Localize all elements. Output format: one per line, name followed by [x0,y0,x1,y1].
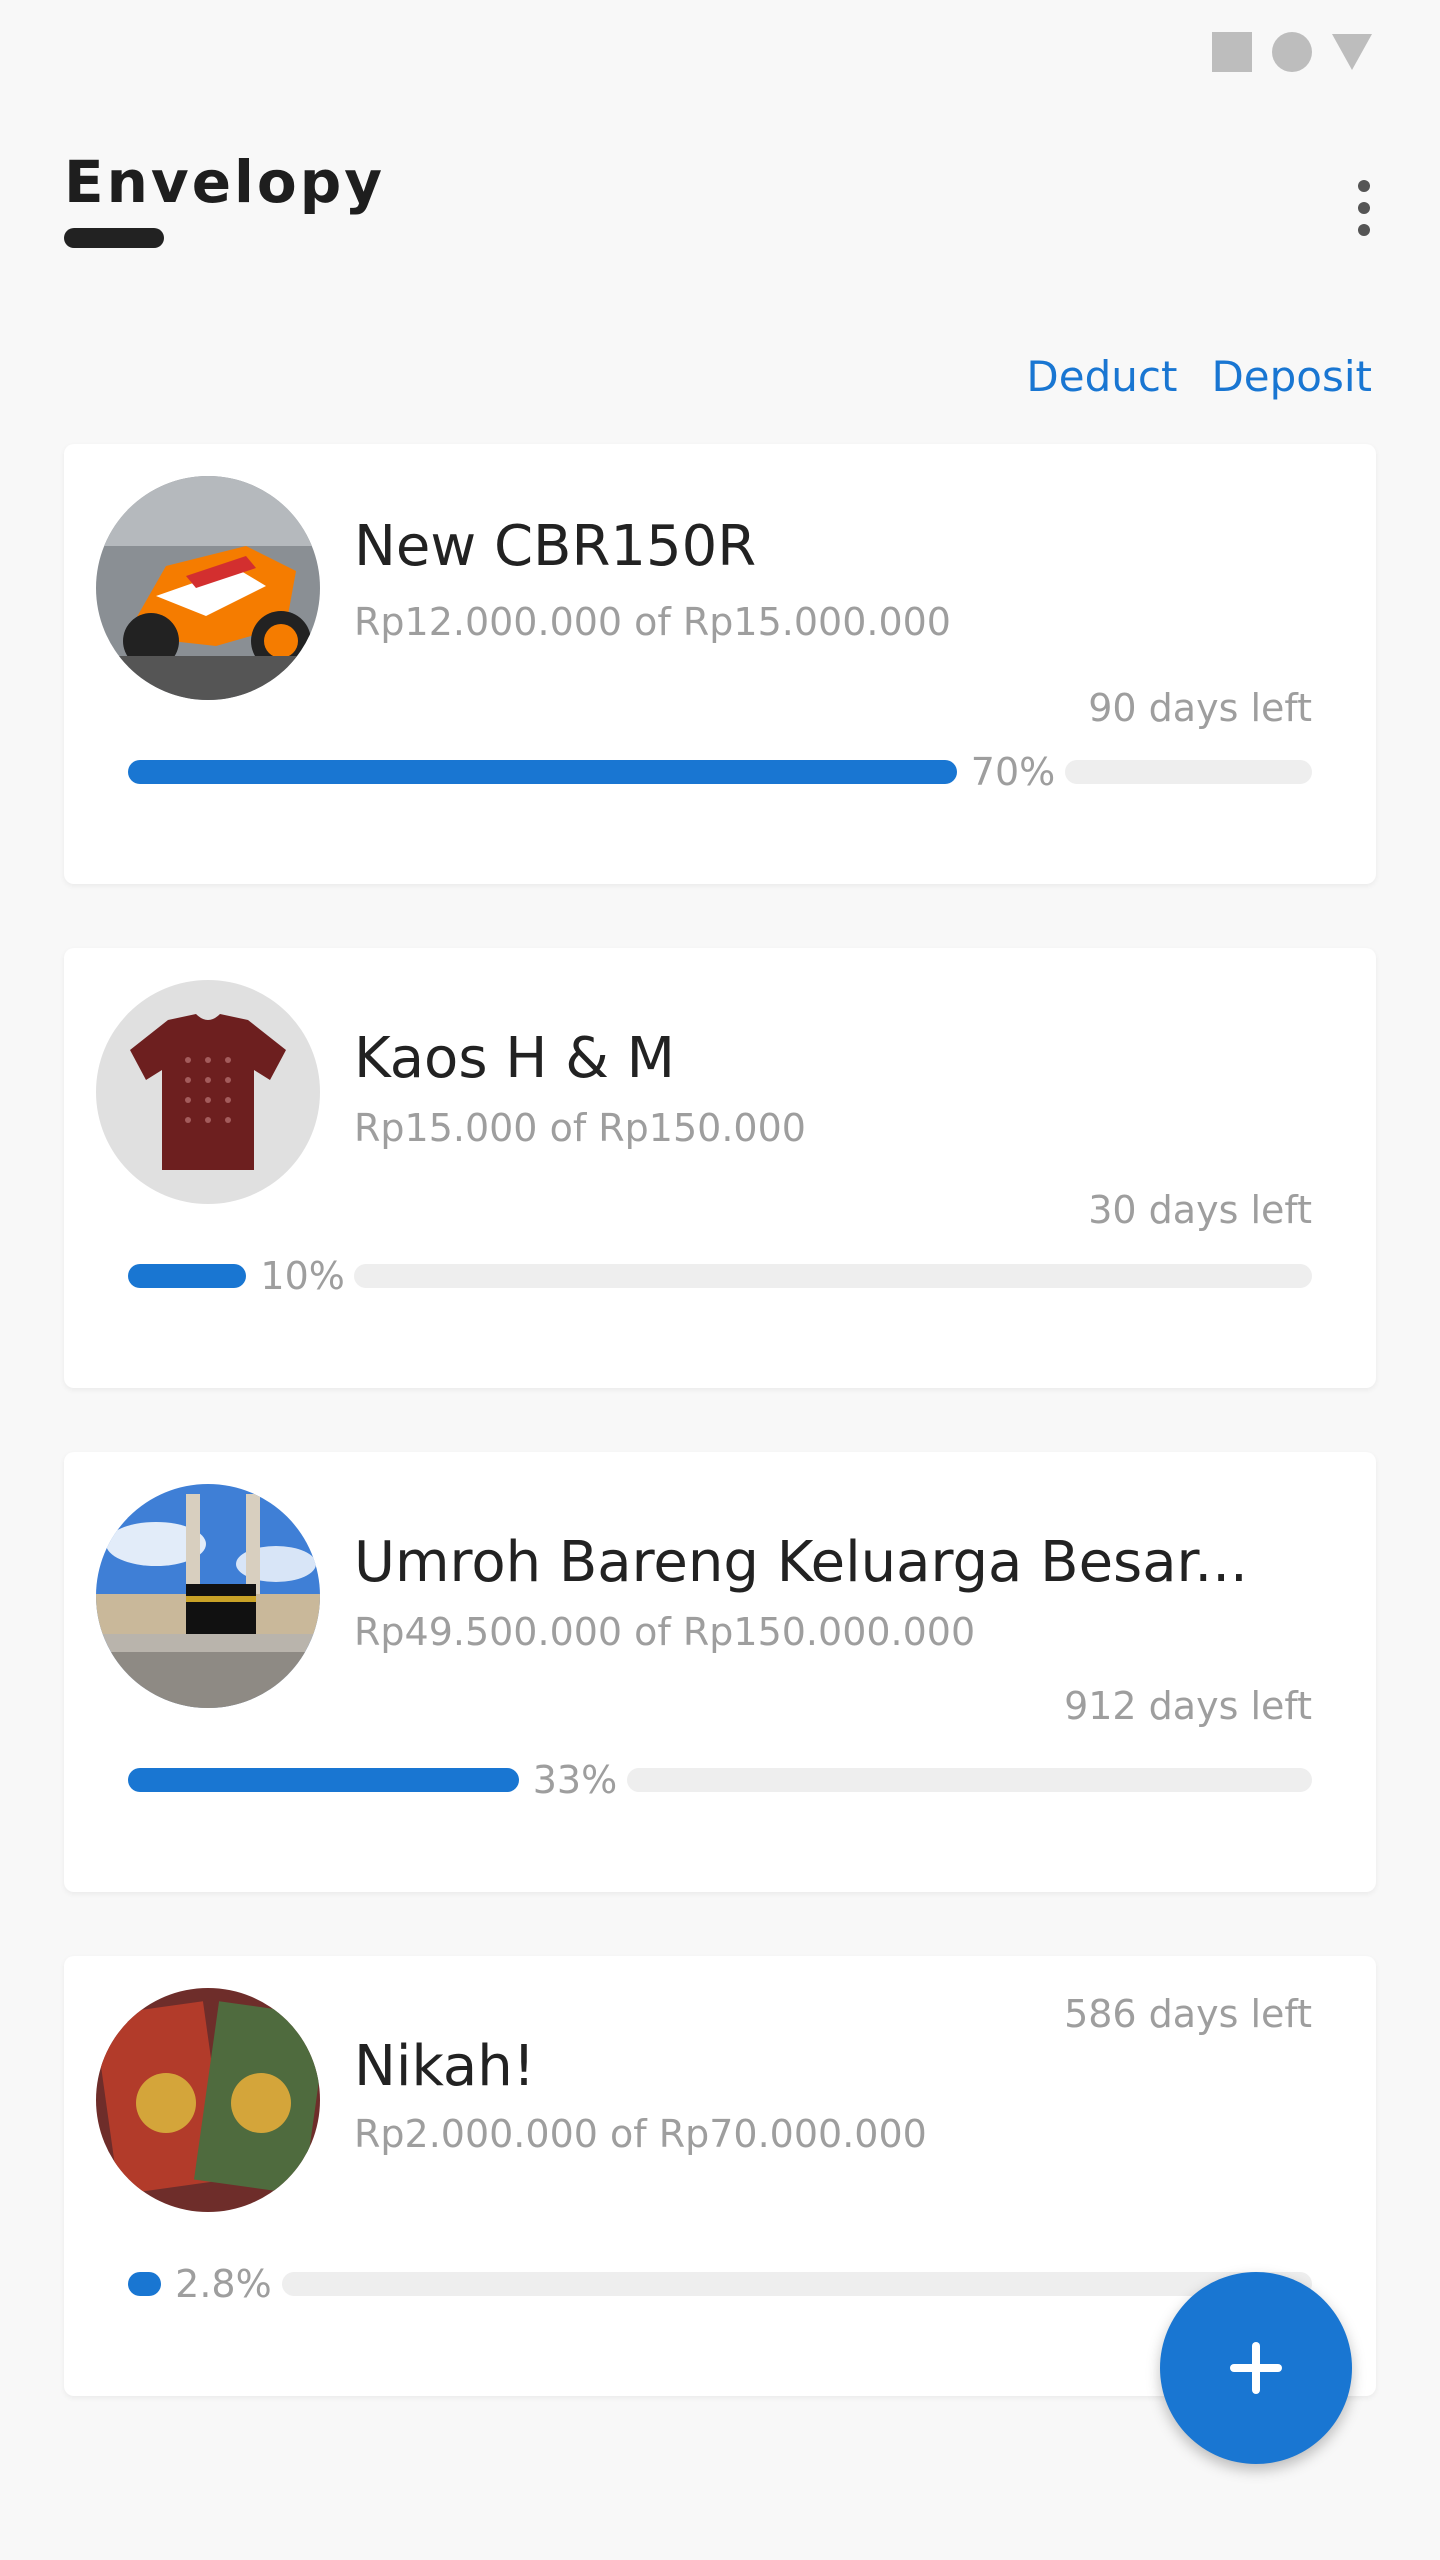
progress-label: 2.8% [175,2262,272,2306]
app-title: Envelopy [64,148,386,216]
goal-amount: Rp15.000 of Rp150.000 [354,1106,806,1150]
system-status-icons [1212,32,1372,72]
goal-name: Kaos H & M [354,1026,675,1091]
days-left: 586 days left [1064,1992,1312,2036]
progress-bar: 2.8% [128,2262,1312,2306]
goal-amount: Rp12.000.000 of Rp15.000.000 [354,600,951,644]
days-left: 90 days left [1088,686,1312,730]
progress-bar: 33% [128,1758,1312,1802]
circle-icon [1272,32,1312,72]
deduct-button[interactable]: Deduct [1026,352,1177,401]
kaaba-mosque-image [96,1484,320,1708]
plus-icon [1230,2342,1282,2394]
goal-card[interactable]: New CBR150R Rp12.000.000 of Rp15.000.000… [64,444,1376,884]
actions-bar: Deduct Deposit [1026,352,1372,401]
progress-label: 33% [532,1758,618,1802]
motorcycle-image [96,476,320,700]
goal-amount: Rp2.000.000 of Rp70.000.000 [354,2112,927,2156]
marriage-books-image [96,1988,320,2212]
title-underline [64,228,164,248]
progress-track [354,1264,1312,1288]
progress-track [626,1768,1312,1792]
progress-track [1064,760,1312,784]
goal-card[interactable]: Umroh Bareng Keluarga Besar... Rp49.500.… [64,1452,1376,1892]
progress-bar: 70% [128,750,1312,794]
more-vert-icon[interactable] [1356,180,1372,236]
progress-fill [128,1768,519,1792]
progress-fill [128,2272,162,2296]
progress-bar: 10% [128,1254,1312,1298]
progress-track [282,2272,1312,2296]
progress-fill [128,1264,247,1288]
add-goal-button[interactable] [1160,2272,1352,2464]
goal-amount: Rp49.500.000 of Rp150.000.000 [354,1610,976,1654]
square-icon [1212,32,1252,72]
goal-name: Umroh Bareng Keluarga Besar... [354,1530,1248,1595]
t-shirt-image [96,980,320,1204]
progress-fill [128,760,957,784]
deposit-button[interactable]: Deposit [1211,352,1372,401]
progress-label: 70% [970,750,1056,794]
goal-name: Nikah! [354,2034,536,2099]
goal-name: New CBR150R [354,514,757,579]
days-left: 912 days left [1064,1684,1312,1728]
triangle-icon [1332,34,1372,70]
progress-label: 10% [260,1254,345,1298]
goal-card[interactable]: Kaos H & M Rp15.000 of Rp150.000 30 days… [64,948,1376,1388]
days-left: 30 days left [1088,1188,1312,1232]
